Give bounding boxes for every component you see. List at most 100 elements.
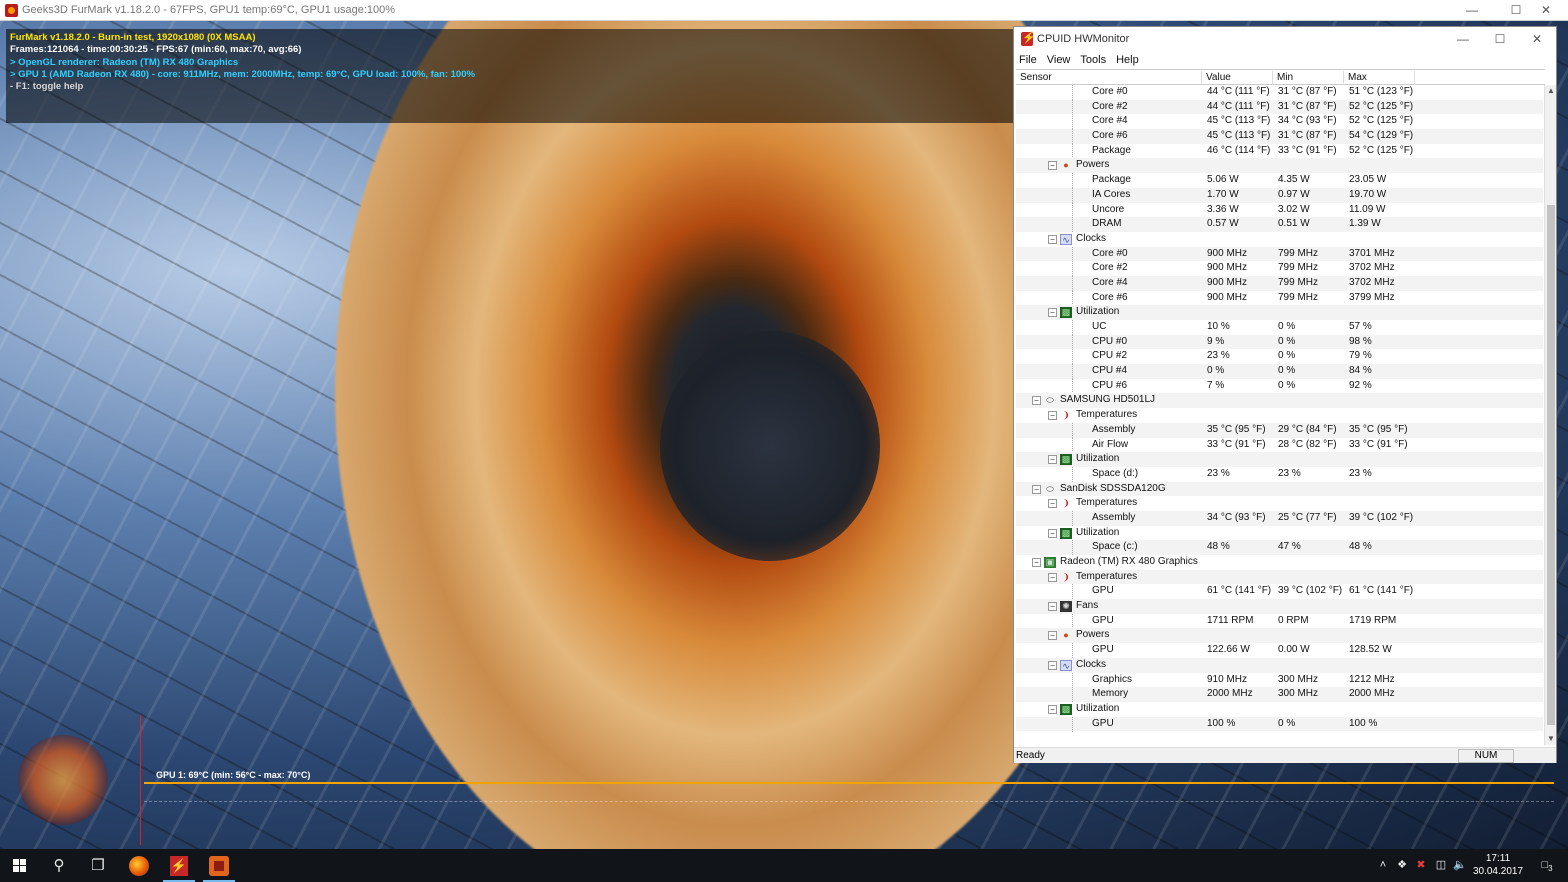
menu-view[interactable]: View [1042, 51, 1076, 69]
furmark-button[interactable] [200, 849, 238, 882]
sensor-row[interactable]: Space (c:) 48 % 47 % 48 % [1016, 540, 1543, 556]
sensor-tree-scrollbar[interactable]: ▲ ▼ [1544, 85, 1556, 745]
column-sensor[interactable]: Sensor [1016, 71, 1202, 85]
collapse-toggle-icon[interactable]: − [1048, 455, 1057, 465]
scroll-up-icon[interactable]: ▲ [1545, 85, 1557, 97]
sensor-group-row[interactable]: − ▣ Radeon (TM) RX 480 Graphics [1016, 555, 1543, 570]
sensor-row[interactable]: CPU #2 23 % 0 % 79 % [1016, 349, 1543, 365]
collapse-toggle-icon[interactable]: − [1048, 660, 1057, 670]
collapse-toggle-icon[interactable]: − [1048, 528, 1057, 538]
column-max[interactable]: Max [1344, 71, 1415, 85]
sensor-group-row[interactable]: − ▩ Utilization [1016, 305, 1543, 320]
collapse-toggle-icon[interactable]: − [1048, 572, 1057, 582]
collapse-toggle-icon[interactable]: − [1048, 499, 1057, 509]
hwmonitor-window: CPUID HWMonitor — ☐ ✕ FileViewToolsHelp … [1013, 26, 1557, 763]
sensor-group-row[interactable]: − ⬭ SAMSUNG HD501LJ [1016, 393, 1543, 409]
firefox-button[interactable] [120, 849, 158, 882]
sensor-group-row[interactable]: − ▩ Utilization [1016, 526, 1543, 541]
sensor-row[interactable]: Package 46 °C (114 °F) 33 °C (91 °F) 52 °C … [1016, 143, 1543, 159]
sensor-group-row[interactable]: − ✺ Fans [1016, 599, 1543, 614]
sensor-row[interactable]: CPU #6 7 % 0 % 92 % [1016, 378, 1543, 394]
hwmonitor-minimize-icon[interactable]: — [1444, 27, 1482, 51]
sensor-row[interactable]: Core #4 900 MHz 799 MHz 3702 MHz [1016, 275, 1543, 291]
sensor-group-row[interactable]: − ⬭ SanDisk SDSSDA120G [1016, 481, 1543, 497]
sensor-row[interactable]: Air Flow 33 °C (91 °F) 28 °C (82 °F) 33 °C … [1016, 437, 1543, 453]
sensor-group-row[interactable]: − ❩ Temperatures [1016, 569, 1543, 585]
sensor-row[interactable]: Core #6 45 °C (113 °F) 31 °C (87 °F) 54 °C … [1016, 129, 1543, 145]
menu-file[interactable]: File [1014, 51, 1042, 69]
sensor-row[interactable]: Core #4 45 °C (113 °F) 34 °C (93 °F) 52 °C … [1016, 114, 1543, 130]
sensor-row[interactable]: CPU #0 9 % 0 % 98 % [1016, 334, 1543, 350]
collapse-toggle-icon[interactable]: − [1048, 602, 1057, 612]
collapse-toggle-icon[interactable]: − [1048, 411, 1057, 421]
sensor-tree: Core #0 44 °C (111 °F) 31 °C (87 °F) 51 °C … [1016, 85, 1543, 747]
menu-tools[interactable]: Tools [1075, 51, 1111, 69]
collapse-toggle-icon[interactable]: − [1048, 161, 1057, 171]
minimize-icon[interactable]: — [1450, 0, 1494, 21]
sensor-row[interactable]: GPU 61 °C (141 °F) 39 °C (102 °F) 61 °C (14… [1016, 584, 1543, 600]
menu-help[interactable]: Help [1111, 51, 1144, 69]
hwmonitor-close-icon[interactable]: ✕ [1518, 27, 1556, 51]
sensor-row[interactable]: Core #0 44 °C (111 °F) 31 °C (87 °F) 51 °C … [1016, 85, 1543, 100]
close-icon[interactable]: ✕ [1524, 0, 1568, 21]
sensor-group-row[interactable]: − ∿ Clocks [1016, 232, 1543, 247]
taskbar-clock[interactable]: 17:11 30.04.2017 [1466, 852, 1530, 878]
sensor-row[interactable]: IA Cores 1.70 W 0.97 W 19.70 W [1016, 187, 1543, 203]
sensor-row[interactable]: UC 10 % 0 % 57 % [1016, 320, 1543, 335]
gpu-temperature-label: GPU 1: 69°C (min: 56°C - max: 70°C) [156, 770, 311, 780]
sensor-group-row[interactable]: − ∿ Clocks [1016, 657, 1543, 673]
sensor-group-row[interactable]: − ❩ Temperatures [1016, 496, 1543, 511]
collapse-toggle-icon[interactable]: − [1048, 308, 1057, 318]
sensor-row[interactable]: Memory 2000 MHz 300 MHz 2000 MHz [1016, 687, 1543, 703]
sensor-row[interactable]: Core #2 44 °C (111 °F) 31 °C (87 °F) 52 °C … [1016, 99, 1543, 115]
scroll-down-icon[interactable]: ▼ [1545, 733, 1557, 745]
hwmonitor-button[interactable]: ⚡ [160, 849, 198, 882]
tree-connector [1072, 143, 1073, 159]
collapse-toggle-icon[interactable]: − [1048, 631, 1057, 641]
sensor-row[interactable]: Package 5.06 W 4.35 W 23.05 W [1016, 173, 1543, 189]
sensor-max: 92 % [1349, 379, 1372, 391]
sensor-row[interactable]: Uncore 3.36 W 3.02 W 11.09 W [1016, 202, 1543, 218]
sensor-row[interactable]: GPU 1711 RPM 0 RPM 1719 RPM [1016, 613, 1543, 629]
column-value[interactable]: Value [1202, 71, 1273, 85]
collapse-toggle-icon[interactable]: − [1032, 558, 1041, 567]
search-button[interactable]: ⚲ [40, 849, 78, 882]
sensor-row[interactable]: Graphics 910 MHz 300 MHz 1212 MHz [1016, 672, 1543, 688]
collapse-toggle-icon[interactable]: − [1032, 396, 1041, 406]
sensor-row[interactable]: GPU 122.66 W 0.00 W 128.52 W [1016, 643, 1543, 659]
sensor-group-row[interactable]: − ● Powers [1016, 628, 1543, 644]
tray-hwmonitor-icon[interactable]: ✖ [1413, 849, 1429, 882]
sensor-row[interactable]: GPU 100 % 0 % 100 % [1016, 716, 1543, 732]
scrollbar-thumb[interactable] [1547, 205, 1555, 725]
sensor-row[interactable]: CPU #4 0 % 0 % 84 % [1016, 364, 1543, 380]
collapse-toggle-icon[interactable]: − [1048, 704, 1057, 714]
sensor-group-row[interactable]: − ▩ Utilization [1016, 702, 1543, 717]
sensor-group-row[interactable]: − ● Powers [1016, 158, 1543, 174]
sensor-row[interactable]: Core #2 900 MHz 799 MHz 3702 MHz [1016, 261, 1543, 277]
sensor-row[interactable]: Assembly 34 °C (93 °F) 25 °C (77 °F) 39 °C … [1016, 510, 1543, 526]
sensor-value: 7 % [1207, 379, 1225, 391]
sensor-row[interactable]: Core #6 900 MHz 799 MHz 3799 MHz [1016, 290, 1543, 306]
task-view-button[interactable]: ❐ [79, 849, 117, 882]
collapse-toggle-icon[interactable]: − [1048, 234, 1057, 244]
utilization-icon: ▩ [1060, 527, 1072, 539]
sensor-row[interactable]: DRAM 0.57 W 0.51 W 1.39 W [1016, 217, 1543, 233]
collapse-toggle-icon[interactable]: − [1032, 484, 1041, 494]
search-icon: ⚲ [53, 857, 65, 874]
network-icon[interactable]: ◫ [1432, 849, 1450, 882]
start-button[interactable] [0, 849, 38, 882]
hwmonitor-maximize-icon[interactable]: ☐ [1481, 27, 1519, 51]
sensor-row[interactable]: Core #0 900 MHz 799 MHz 3701 MHz [1016, 246, 1543, 262]
sensor-max: 3799 MHz [1349, 291, 1395, 303]
sensor-min: 300 MHz [1278, 673, 1319, 685]
notification-center-icon[interactable]: □3 [1536, 849, 1558, 882]
tray-app-icon[interactable]: ❖ [1394, 849, 1410, 882]
show-hidden-icons-icon[interactable]: ˄ [1375, 849, 1391, 882]
sensor-group-row[interactable]: − ▩ Utilization [1016, 452, 1543, 467]
sensor-max: 52 °C (125 °F) [1349, 115, 1414, 127]
sensor-group-row[interactable]: − ❩ Temperatures [1016, 408, 1543, 423]
sensor-row[interactable]: Space (d:) 23 % 23 % 23 % [1016, 466, 1543, 482]
sensor-max: 2000 MHz [1349, 688, 1395, 700]
sensor-row[interactable]: Assembly 35 °C (95 °F) 29 °C (84 °F) 35 °C … [1016, 422, 1543, 438]
column-min[interactable]: Min [1273, 71, 1344, 85]
